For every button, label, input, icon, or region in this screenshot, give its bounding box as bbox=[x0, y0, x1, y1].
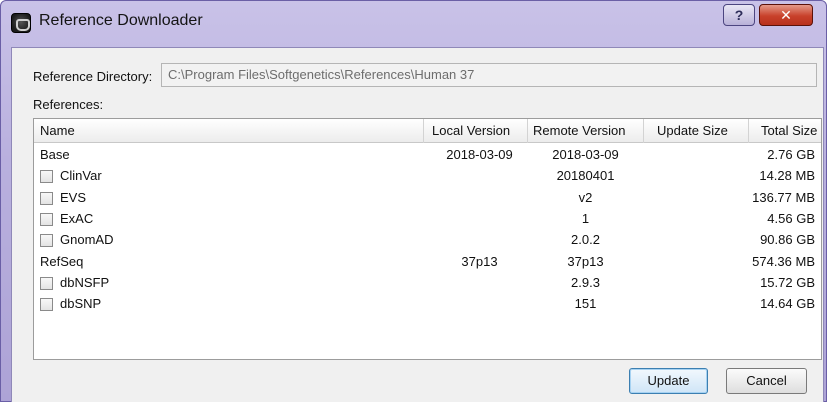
reference-checkbox[interactable] bbox=[40, 298, 53, 312]
help-button[interactable]: ? bbox=[723, 4, 755, 26]
close-button[interactable]: ✕ bbox=[759, 4, 813, 26]
table-row[interactable]: RefSeq 37p13 37p13 574.36 MB bbox=[34, 252, 821, 273]
column-header-total-size[interactable]: Total Size bbox=[761, 123, 817, 138]
reference-checkbox[interactable] bbox=[40, 170, 53, 184]
table-row[interactable]: ExAC 1 4.56 GB bbox=[34, 209, 821, 230]
column-header-name[interactable]: Name bbox=[40, 123, 75, 138]
reference-name: EVS bbox=[60, 189, 87, 205]
column-divider[interactable] bbox=[643, 119, 644, 143]
total-size: 90.86 GB bbox=[760, 232, 815, 248]
local-version: 2018-03-09 bbox=[446, 147, 513, 162]
total-size: 14.64 GB bbox=[760, 296, 815, 312]
remote-version: 20180401 bbox=[556, 168, 615, 184]
column-divider[interactable] bbox=[423, 119, 424, 143]
table-row[interactable]: dbSNP 151 14.64 GB bbox=[34, 294, 821, 315]
cancel-button[interactable]: Cancel bbox=[726, 368, 807, 394]
total-size: 2.76 GB bbox=[767, 147, 815, 162]
reference-checkbox[interactable] bbox=[40, 212, 53, 226]
references-label: References: bbox=[33, 97, 104, 112]
column-header-remote-version[interactable]: Remote Version bbox=[533, 123, 626, 138]
dialog-content: Reference Directory: C:\Program Files\So… bbox=[11, 47, 824, 402]
app-icon bbox=[11, 13, 31, 33]
window-title: Reference Downloader bbox=[39, 12, 203, 29]
remote-version: 1 bbox=[581, 210, 590, 226]
column-divider[interactable] bbox=[527, 119, 528, 143]
table-row[interactable]: Base 2018-03-09 2018-03-09 2.76 GB bbox=[34, 145, 821, 166]
reference-checkbox[interactable] bbox=[40, 191, 53, 205]
reference-name: dbSNP bbox=[60, 296, 102, 312]
reference-name: dbNSFP bbox=[60, 274, 110, 290]
reference-name: ExAC bbox=[60, 210, 94, 226]
remote-version: 2018-03-09 bbox=[552, 147, 619, 162]
table-row[interactable]: dbNSFP 2.9.3 15.72 GB bbox=[34, 273, 821, 294]
reference-directory-field[interactable]: C:\Program Files\Softgenetics\References… bbox=[161, 63, 817, 87]
reference-directory-label: Reference Directory: bbox=[33, 69, 153, 84]
title-bar[interactable]: Reference Downloader ? ✕ bbox=[1, 1, 826, 47]
update-button[interactable]: Update bbox=[629, 368, 708, 394]
table-row[interactable]: ClinVar 20180401 14.28 MB bbox=[34, 166, 821, 187]
local-version: 37p13 bbox=[461, 253, 498, 269]
total-size: 136.77 MB bbox=[752, 189, 815, 205]
references-table: Name Local Version Remote Version Update… bbox=[33, 118, 822, 360]
remote-version: 151 bbox=[574, 296, 597, 312]
total-size: 15.72 GB bbox=[760, 274, 815, 290]
reference-name: Base bbox=[40, 147, 70, 162]
remote-version: 2.0.2 bbox=[571, 232, 600, 248]
table-header: Name Local Version Remote Version Update… bbox=[34, 119, 821, 143]
remote-version: v2 bbox=[578, 189, 593, 205]
remote-version: 37p13 bbox=[567, 253, 604, 269]
total-size: 574.36 MB bbox=[752, 253, 815, 269]
dialog-window: Reference Downloader ? ✕ Reference Direc… bbox=[0, 0, 827, 402]
column-header-local-version[interactable]: Local Version bbox=[432, 123, 510, 138]
column-divider[interactable] bbox=[748, 119, 749, 143]
reference-checkbox[interactable] bbox=[40, 234, 53, 248]
reference-checkbox[interactable] bbox=[40, 276, 53, 290]
total-size: 4.56 GB bbox=[767, 210, 815, 226]
column-header-update-size[interactable]: Update Size bbox=[657, 123, 728, 138]
reference-name: ClinVar bbox=[60, 168, 102, 184]
total-size: 14.28 MB bbox=[759, 168, 815, 184]
remote-version: 2.9.3 bbox=[571, 274, 600, 290]
table-row[interactable]: EVS v2 136.77 MB bbox=[34, 188, 821, 209]
reference-name: RefSeq bbox=[40, 253, 84, 269]
reference-name: GnomAD bbox=[60, 232, 114, 248]
table-row[interactable]: GnomAD 2.0.2 90.86 GB bbox=[34, 230, 821, 251]
